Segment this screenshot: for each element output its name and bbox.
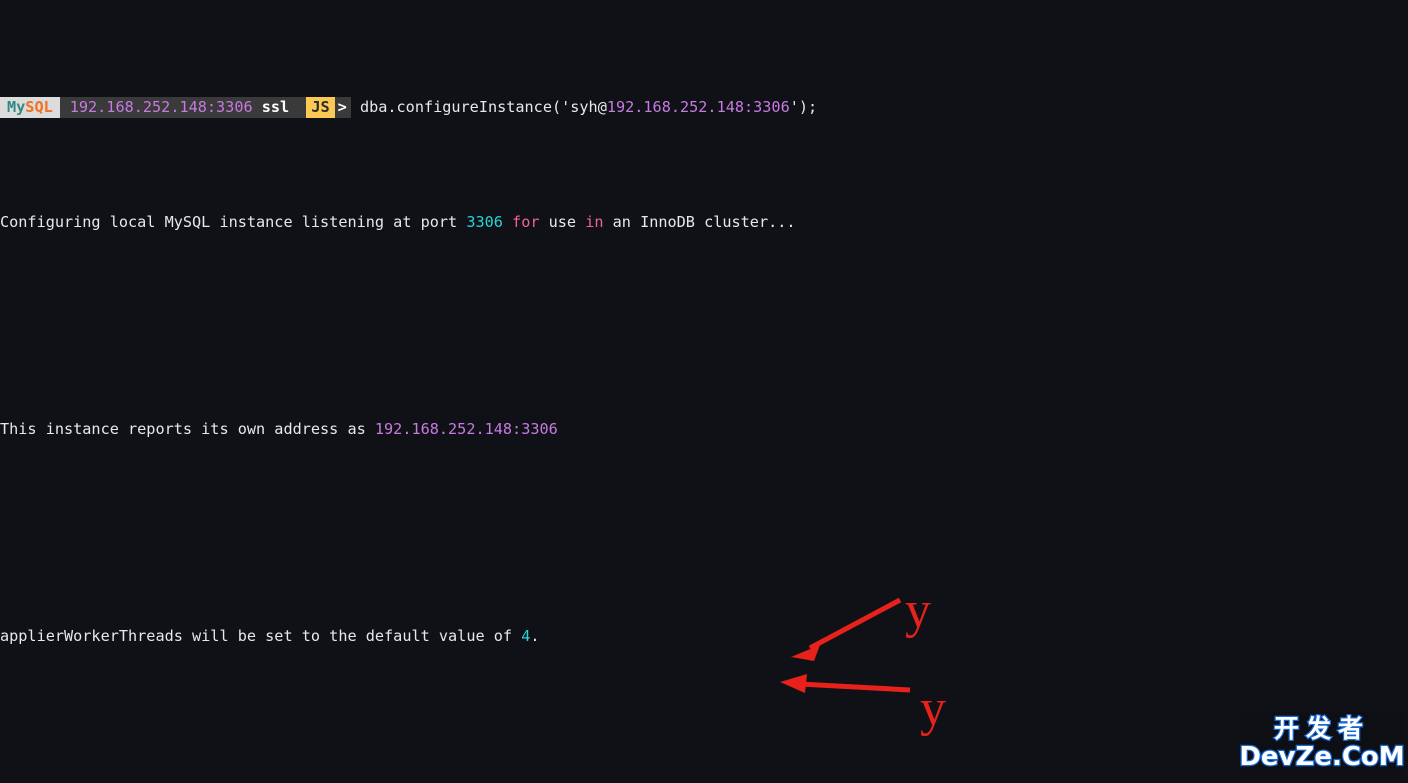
mysql-badge-my: My xyxy=(7,98,26,116)
prompt-caret: > xyxy=(334,97,351,118)
annotation-marker-2: y xyxy=(920,680,946,737)
output-line-configuring: Configuring local MySQL instance listeni… xyxy=(0,211,1408,234)
terminal-output: MySQL 192.168.252.148:3306 ssl JS > dba.co… xyxy=(0,4,1408,783)
configuring-text-tail: an InnoDB cluster... xyxy=(603,213,796,231)
prompt-host-address: 192.168.252.148:3306 xyxy=(69,98,253,116)
configuring-for-keyword: for xyxy=(502,213,540,231)
mysql-badge: MySQL xyxy=(0,97,60,118)
configuring-port: 3306 xyxy=(466,213,503,231)
output-line-applier-threads: applierWorkerThreads will be set to the … xyxy=(0,625,1408,648)
command-host: 192.168.252.148:3306 xyxy=(606,98,790,116)
reports-address: 192.168.252.148:3306 xyxy=(374,420,558,438)
terminal-window[interactable]: MySQL 192.168.252.148:3306 ssl JS > dba.co… xyxy=(0,0,1408,783)
annotation-marker-1: y xyxy=(905,582,931,639)
reports-text: This instance reports its own address as xyxy=(0,420,375,438)
mysql-badge-sql: SQL xyxy=(25,98,53,116)
prompt-ssl-label: ssl xyxy=(261,98,290,116)
threads-text-tail: . xyxy=(530,627,540,645)
command-suffix: '); xyxy=(789,98,818,116)
site-watermark: 开发者 DevZe.CoM xyxy=(1238,711,1406,775)
configuring-text-a: Configuring local MySQL instance listeni… xyxy=(0,213,467,231)
threads-text: applierWorkerThreads will be set to the … xyxy=(0,627,522,645)
threads-value: 4 xyxy=(521,627,531,645)
command-prefix: dba.configureInstance('syh@ xyxy=(350,98,607,116)
configuring-use-text: use xyxy=(539,213,586,231)
prompt-line: MySQL 192.168.252.148:3306 ssl JS > dba.co… xyxy=(0,96,1408,119)
prompt-mode-badge: JS xyxy=(306,97,335,118)
prompt-host-segment: 192.168.252.148:3306 ssl xyxy=(59,97,307,118)
watermark-chinese: 开发者 xyxy=(1273,713,1370,744)
configuring-in-keyword: in xyxy=(585,213,604,231)
output-line-reports-address: This instance reports its own address as… xyxy=(0,418,1408,441)
watermark-english: DevZe.CoM xyxy=(1238,742,1406,773)
